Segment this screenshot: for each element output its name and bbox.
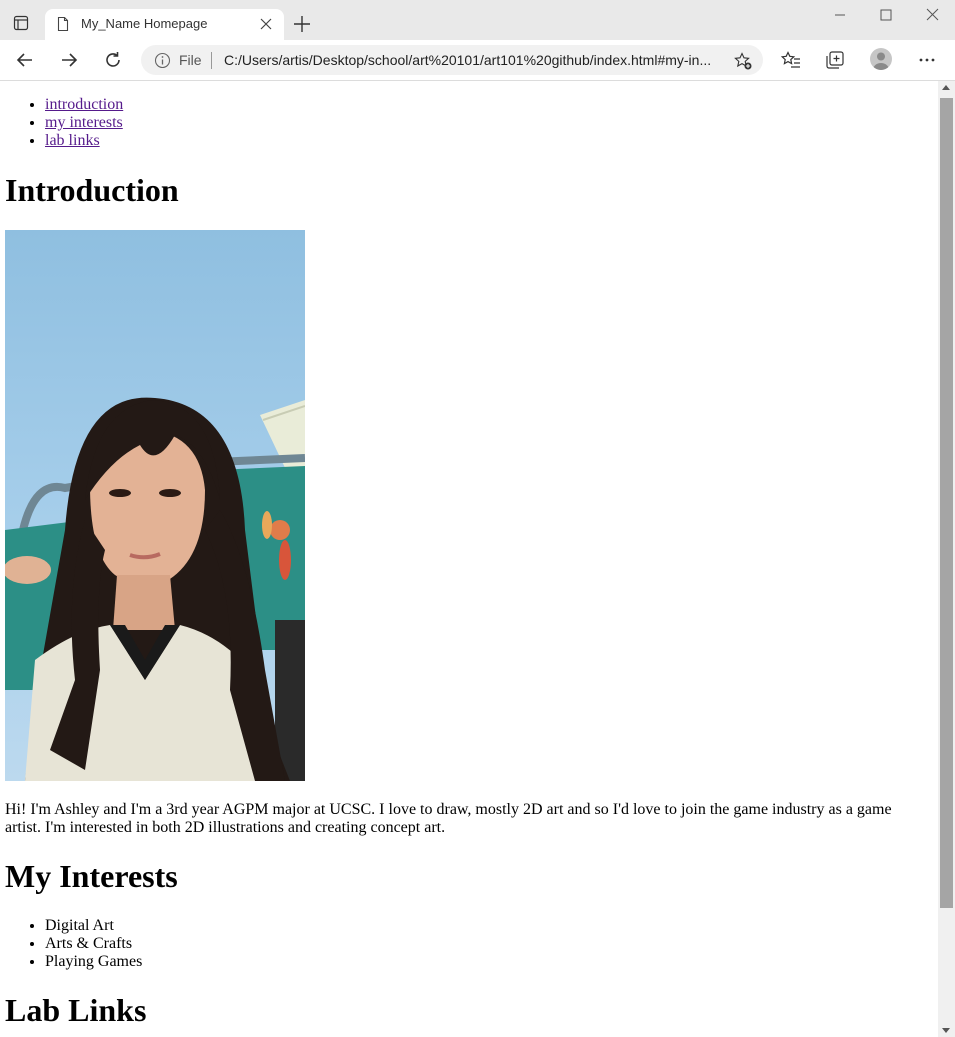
tab-title: My_Name Homepage [81, 16, 208, 31]
introduction-heading: Introduction [5, 172, 179, 208]
info-icon[interactable] [154, 52, 171, 69]
address-bar[interactable]: File C:/Users/artis/Desktop/school/art%2… [141, 45, 763, 75]
close-tab-icon[interactable] [258, 16, 274, 32]
refresh-icon[interactable] [102, 49, 124, 71]
profile-photo [5, 230, 305, 781]
scroll-down-icon[interactable] [942, 1028, 950, 1033]
list-item: Playing Games [45, 953, 142, 971]
vertical-scrollbar[interactable] [938, 81, 955, 1037]
introduction-text: Hi! I'm Ashley and I'm a 3rd year AGPM m… [5, 801, 892, 836]
lab-links-heading: Lab Links [5, 992, 147, 1028]
more-options-icon[interactable] [916, 49, 938, 71]
browser-titlebar: My_Name Homepage [0, 0, 955, 40]
scrollbar-thumb[interactable] [940, 98, 953, 908]
back-icon[interactable] [14, 49, 36, 71]
forward-icon[interactable] [58, 49, 80, 71]
profile-avatar-icon[interactable] [870, 48, 892, 70]
nav-item: introduction [45, 96, 123, 114]
page-viewport: introduction my interests lab links Intr… [0, 81, 938, 1037]
nav-link-introduction[interactable]: introduction [45, 96, 123, 113]
interests-list: Digital Art Arts & Crafts Playing Games [5, 917, 142, 971]
my-interests-heading: My Interests [5, 858, 178, 894]
page-icon [55, 16, 71, 32]
minimize-icon[interactable] [830, 6, 850, 24]
address-scheme-label: File [179, 52, 202, 68]
nav-link-my-interests[interactable]: my interests [45, 114, 123, 131]
favorites-icon[interactable] [780, 49, 802, 71]
nav-item: lab links [45, 132, 123, 150]
add-favorite-icon[interactable] [733, 51, 753, 71]
list-item: Arts & Crafts [45, 935, 142, 953]
new-tab-icon[interactable] [292, 14, 312, 34]
list-item: Digital Art [45, 917, 142, 935]
maximize-icon[interactable] [876, 6, 896, 24]
browser-toolbar: File C:/Users/artis/Desktop/school/art%2… [0, 40, 955, 81]
close-window-icon[interactable] [922, 6, 942, 24]
page-nav: introduction my interests lab links [5, 96, 123, 150]
browser-tab[interactable]: My_Name Homepage [45, 9, 284, 40]
tab-actions-icon[interactable] [8, 10, 34, 36]
nav-item: my interests [45, 114, 123, 132]
address-url[interactable]: C:/Users/artis/Desktop/school/art%20101/… [224, 52, 724, 68]
address-divider [211, 52, 212, 69]
collections-icon[interactable] [824, 49, 846, 71]
scroll-up-icon[interactable] [942, 85, 950, 90]
nav-link-lab-links[interactable]: lab links [45, 132, 100, 149]
